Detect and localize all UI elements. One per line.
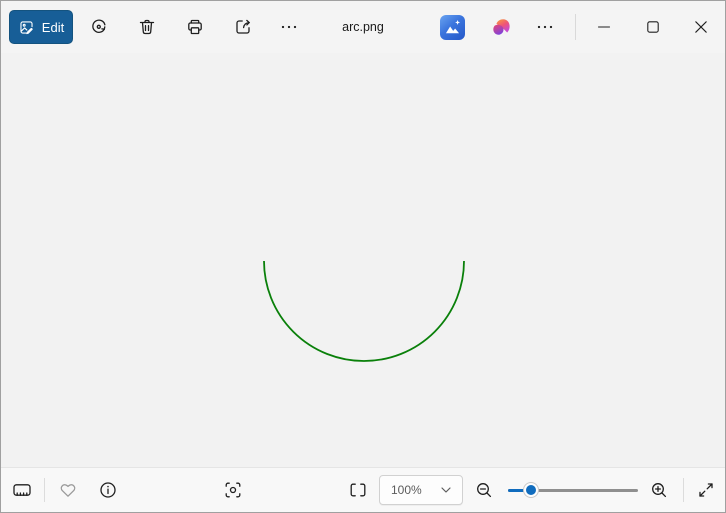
zoom-slider-thumb[interactable]	[524, 483, 538, 497]
titlebar: Edit	[1, 1, 725, 53]
ai-image-editor-button[interactable]	[432, 7, 472, 47]
fullscreen-icon	[696, 480, 716, 500]
close-button[interactable]	[678, 1, 724, 53]
trash-icon	[137, 17, 157, 37]
filmstrip-icon	[12, 480, 32, 500]
edit-button[interactable]: Edit	[9, 10, 73, 44]
rotate-icon	[89, 17, 109, 37]
share-icon	[233, 17, 253, 37]
visual-search-button[interactable]	[214, 471, 252, 509]
designer-button[interactable]	[481, 7, 521, 47]
file-info-button[interactable]	[89, 471, 127, 509]
more-options-button[interactable]	[269, 7, 309, 47]
favorite-button[interactable]	[49, 471, 87, 509]
photos-app-window: Edit	[0, 0, 726, 513]
zoom-slider[interactable]	[508, 474, 638, 506]
minimize-button[interactable]	[581, 1, 627, 53]
more-titlebar-button[interactable]	[525, 7, 565, 47]
delete-button[interactable]	[127, 7, 167, 47]
arc-path	[264, 261, 464, 361]
printer-icon	[185, 17, 205, 37]
print-button[interactable]	[175, 7, 215, 47]
heart-icon	[58, 480, 78, 500]
designer-logo-icon	[490, 16, 512, 38]
fit-to-window-button[interactable]	[339, 471, 377, 509]
zoom-out-button[interactable]	[465, 471, 503, 509]
fullscreen-button[interactable]	[687, 471, 725, 509]
visual-search-icon	[223, 480, 243, 500]
statusbar: 100%	[1, 467, 725, 512]
rotate-button[interactable]	[79, 7, 119, 47]
ai-image-tile-icon	[440, 15, 465, 40]
filmstrip-button[interactable]	[3, 471, 41, 509]
edit-image-icon	[18, 19, 35, 36]
statusbar-divider	[44, 478, 45, 502]
maximize-icon	[646, 20, 660, 34]
ellipsis-icon	[279, 17, 299, 37]
chevron-down-icon	[441, 487, 451, 493]
close-icon	[694, 20, 708, 34]
zoom-in-icon	[649, 480, 669, 500]
maximize-button[interactable]	[630, 1, 676, 53]
statusbar-divider-right	[683, 478, 684, 502]
zoom-out-icon	[474, 480, 494, 500]
share-button[interactable]	[223, 7, 263, 47]
minimize-icon	[597, 20, 611, 34]
zoom-level-value: 100%	[391, 483, 422, 497]
ellipsis-icon	[535, 17, 555, 37]
image-canvas[interactable]	[1, 53, 725, 467]
arc-image	[1, 53, 725, 467]
titlebar-divider	[575, 14, 576, 40]
edit-button-label: Edit	[42, 20, 64, 35]
info-icon	[98, 480, 118, 500]
fit-to-window-icon	[348, 480, 368, 500]
zoom-in-button[interactable]	[640, 471, 678, 509]
zoom-level-select[interactable]: 100%	[379, 475, 463, 505]
